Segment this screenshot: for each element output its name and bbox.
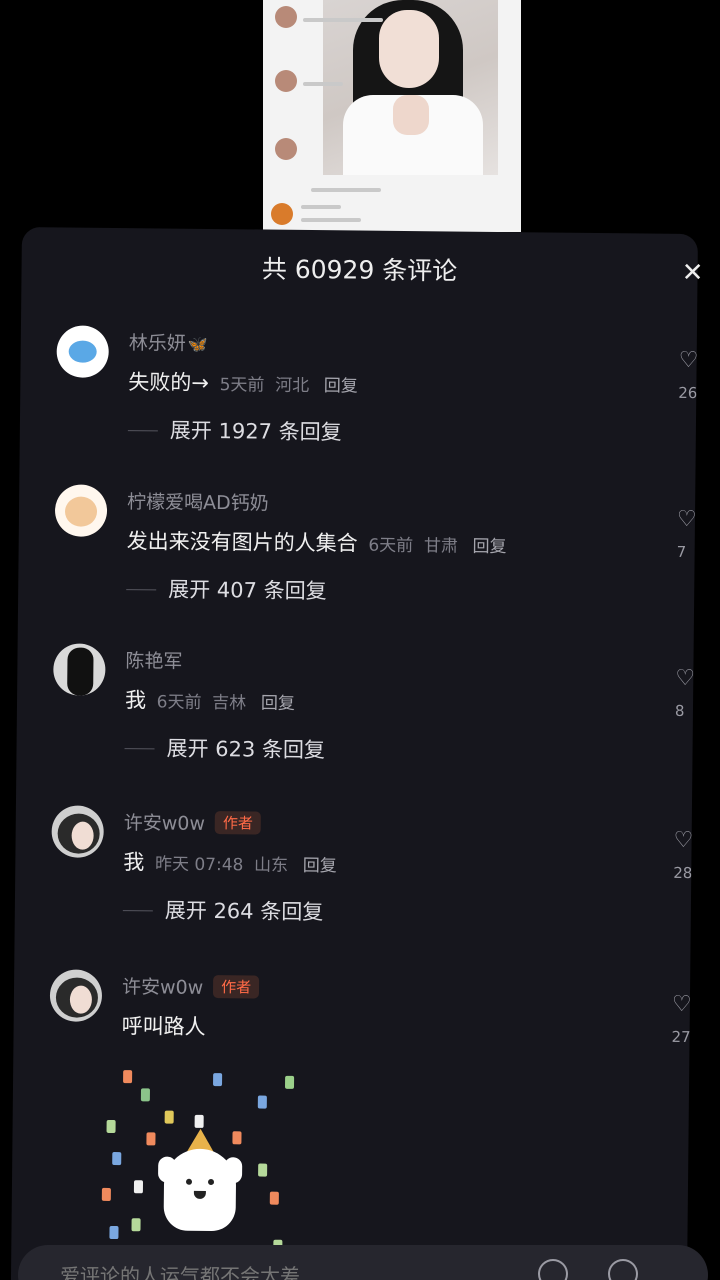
comment-username[interactable]: 许安w0w 作者 xyxy=(122,972,260,1000)
like-button[interactable]: ♡ 26 xyxy=(678,350,697,402)
comment-location: 河北 xyxy=(275,375,310,397)
comment-input-bar xyxy=(18,1245,708,1280)
comment-time: 6天前 xyxy=(368,535,414,557)
like-count: 7 xyxy=(676,542,687,561)
like-count: 28 xyxy=(673,863,692,883)
comment-item: 许安w0w 作者 呼叫路人 ♡ 27 xyxy=(11,969,690,1276)
reply-button[interactable]: 回复 xyxy=(472,537,506,557)
like-count: 8 xyxy=(674,701,685,720)
party-dog-sticker[interactable] xyxy=(101,1070,303,1253)
like-button[interactable]: ♡ 7 xyxy=(677,509,696,561)
reply-button[interactable]: 回复 xyxy=(303,856,337,876)
like-count: 27 xyxy=(671,1027,691,1047)
author-badge: 作者 xyxy=(213,975,260,999)
expand-replies-button[interactable]: 展开 623 条回复 xyxy=(124,732,325,764)
avatar[interactable] xyxy=(54,484,108,537)
butterfly-icon: 🦋 xyxy=(187,334,208,354)
expand-replies-button[interactable]: 展开 407 条回复 xyxy=(126,573,327,605)
comment-time: 昨天 07:48 xyxy=(154,854,244,876)
comment-username[interactable]: 柠檬爱喝AD钙奶 xyxy=(127,487,269,515)
heart-icon: ♡ xyxy=(671,993,691,1018)
heart-icon: ♡ xyxy=(676,508,696,533)
author-badge: 作者 xyxy=(214,811,262,835)
heart-icon: ♡ xyxy=(673,829,692,854)
comment-item: 柠檬爱喝AD钙奶 发出来没有图片的人集合 6天前 甘肃 回复 展开 407 条回… xyxy=(18,484,696,641)
dog-sticker-body xyxy=(158,1148,243,1232)
comment-text: 呼叫路人 xyxy=(121,1014,206,1039)
expand-replies-button[interactable]: 展开 264 条回复 xyxy=(122,894,324,926)
comment-text: 我 昨天 07:48 山东 回复 xyxy=(123,850,337,877)
avatar[interactable] xyxy=(51,805,104,858)
comment-text: 我 6天前 吉林 回复 xyxy=(124,688,296,714)
comment-location: 吉林 xyxy=(212,693,247,714)
emoji-icon[interactable] xyxy=(608,1259,638,1280)
comment-item: 林乐妍 🦋 失败的→ 5天前 河北 回复 展开 1927 条回复 ♡ 26 xyxy=(19,325,697,482)
like-button[interactable]: ♡ 8 xyxy=(675,668,694,720)
avatar[interactable] xyxy=(53,643,106,696)
comment-item: 许安w0w 作者 我 昨天 07:48 山东 回复 展开 264 条回复 ♡ 28 xyxy=(14,805,692,962)
screen: 共 60929 条评论 ✕ 林乐妍 🦋 失败的→ 5天前 河北 回复 展开 192… xyxy=(0,0,720,1280)
comment-time: 5天前 xyxy=(219,375,265,396)
comment-location: 山东 xyxy=(254,855,289,876)
heart-icon: ♡ xyxy=(675,667,694,692)
like-count: 26 xyxy=(678,383,697,403)
comment-count-title: 共 60929 条评论 xyxy=(261,254,458,286)
comment-username[interactable]: 许安w0w 作者 xyxy=(124,808,262,836)
like-button[interactable]: ♡ 28 xyxy=(673,830,692,882)
close-icon[interactable]: ✕ xyxy=(682,258,704,288)
comment-text: 发出来没有图片的人集合 6天前 甘肃 回复 xyxy=(126,529,507,558)
video-thumbnail[interactable] xyxy=(263,0,521,232)
comment-location: 甘肃 xyxy=(423,536,458,557)
comment-item: 陈艳军 我 6天前 吉林 回复 展开 623 条回复 ♡ 8 xyxy=(16,643,694,800)
at-icon[interactable] xyxy=(538,1259,568,1280)
reply-button[interactable]: 回复 xyxy=(324,376,358,396)
comment-username[interactable]: 陈艳军 xyxy=(125,646,182,674)
reply-button[interactable]: 回复 xyxy=(261,694,295,714)
expand-replies-button[interactable]: 展开 1927 条回复 xyxy=(127,414,342,446)
avatar[interactable] xyxy=(56,325,109,378)
comment-text: 失败的→ 5天前 河北 回复 xyxy=(128,370,358,397)
comments-panel: 共 60929 条评论 ✕ 林乐妍 🦋 失败的→ 5天前 河北 回复 展开 192… xyxy=(10,227,704,1280)
heart-icon: ♡ xyxy=(678,349,697,374)
avatar[interactable] xyxy=(49,969,103,1022)
comment-username[interactable]: 林乐妍 🦋 xyxy=(129,328,208,356)
comment-input[interactable] xyxy=(58,1255,482,1280)
comment-time: 6天前 xyxy=(156,692,202,713)
like-button[interactable]: ♡ 27 xyxy=(671,994,690,1046)
